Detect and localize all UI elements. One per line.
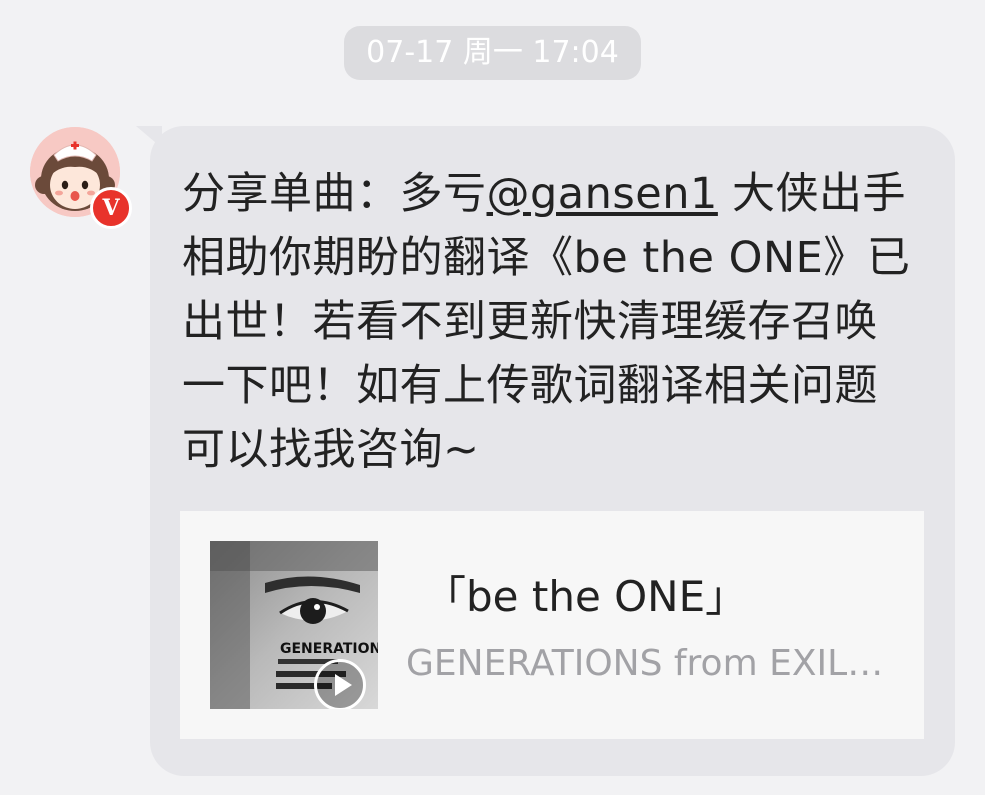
message-text: 分享单曲：多亏@gansen1 大侠出手相助你期盼的翻译《be the ONE》… <box>182 162 912 482</box>
song-share-card[interactable]: GENERATIONS 「be the ONE」 GENERATIONS fro… <box>180 511 924 739</box>
timestamp-row: 07-17 周一 17:04 <box>0 26 985 80</box>
album-logo-text: GENERATIONS <box>280 641 378 657</box>
album-art[interactable]: GENERATIONS <box>210 541 378 709</box>
verified-badge-icon: V <box>90 187 132 229</box>
message-timestamp: 07-17 周一 17:04 <box>344 26 641 80</box>
play-icon[interactable] <box>314 659 366 709</box>
song-artist: GENERATIONS from EXILE TRIBE <box>406 643 896 684</box>
message-prefix: 分享单曲：多亏 <box>182 169 487 219</box>
song-title: 「be the ONE」 <box>424 572 748 621</box>
mention-link[interactable]: @gansen1 <box>487 169 718 219</box>
